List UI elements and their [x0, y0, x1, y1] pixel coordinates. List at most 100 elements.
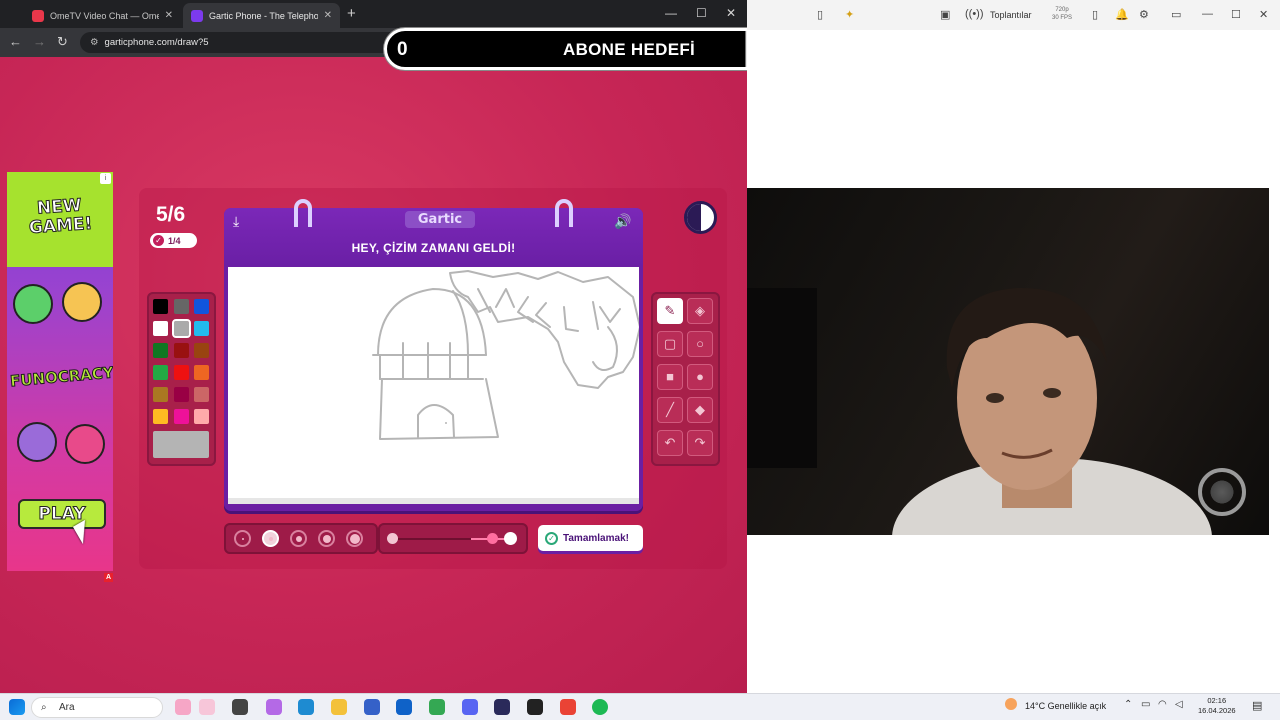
- color-swatch[interactable]: [173, 387, 189, 402]
- color-swatch[interactable]: [173, 409, 189, 424]
- filled-circle-icon[interactable]: ●: [687, 364, 713, 390]
- clock-time: 02:16: [1207, 696, 1227, 705]
- broadcast-icon[interactable]: ((•)): [965, 8, 984, 20]
- close-tab-icon[interactable]: ✕: [165, 10, 173, 21]
- prompt-title: HEY, ÇİZİM ZAMANI GELDİ!: [351, 241, 516, 255]
- store-icon[interactable]: [364, 699, 380, 715]
- task-view-icon[interactable]: [232, 699, 248, 715]
- color-swatch[interactable]: [194, 387, 209, 402]
- close-tab-icon[interactable]: ✕: [324, 10, 332, 21]
- layout-icon[interactable]: ▭: [1171, 8, 1181, 21]
- volume-icon[interactable]: 🔊: [614, 213, 631, 230]
- color-swatch[interactable]: [194, 299, 209, 314]
- search-input[interactable]: ⌕ Ara: [31, 697, 163, 718]
- minimize-icon[interactable]: —: [1202, 8, 1213, 20]
- brush-size-option[interactable]: [318, 530, 335, 547]
- bell-icon[interactable]: 🔔: [1115, 8, 1129, 21]
- redo-icon[interactable]: ↷: [687, 430, 713, 456]
- obs-icon[interactable]: [494, 699, 510, 715]
- camera-icon[interactable]: ▣: [940, 8, 950, 21]
- color-swatch[interactable]: [173, 365, 189, 380]
- back-icon[interactable]: ←: [9, 34, 22, 49]
- tulips-widget-icon[interactable]: [175, 699, 191, 715]
- clock[interactable]: 02:16 16.04.2026: [1198, 696, 1236, 716]
- meetings-label[interactable]: Toplantılar: [990, 10, 1032, 20]
- color-swatch[interactable]: [173, 299, 189, 314]
- new-tab-icon[interactable]: +: [347, 5, 356, 22]
- sparkle-icon[interactable]: ✦: [845, 8, 854, 21]
- filled-rectangle-icon[interactable]: ■: [657, 364, 683, 390]
- weather-label[interactable]: 14°C Genellikle açık: [1025, 701, 1106, 711]
- drawing-sketch: [372, 270, 639, 440]
- spotify-icon[interactable]: [592, 699, 608, 715]
- rectangle-icon[interactable]: ▢: [657, 331, 683, 357]
- panel-icon[interactable]: ▯: [1092, 8, 1098, 21]
- tab-gartic[interactable]: Gartic Phone - The Telephone Game ✕: [183, 3, 340, 28]
- brush-size-option[interactable]: [290, 530, 307, 547]
- done-button[interactable]: ✓ Tamamlamak!: [538, 525, 643, 551]
- discord-icon[interactable]: [462, 699, 478, 715]
- tab-ometv[interactable]: OmeTV Video Chat — Omegle ✕: [24, 3, 181, 28]
- undo-icon[interactable]: ↶: [657, 430, 683, 456]
- file-explorer-icon[interactable]: [331, 699, 347, 715]
- color-swatch[interactable]: [153, 299, 168, 314]
- goal-title: ABONE HEDEFİ: [563, 40, 696, 59]
- windows-start-icon[interactable]: [9, 699, 25, 715]
- current-color-preview: [153, 431, 209, 458]
- color-swatch[interactable]: [171, 319, 191, 338]
- close-window-icon[interactable]: ✕: [1259, 8, 1268, 21]
- opacity-knob[interactable]: [487, 533, 498, 544]
- circle-icon[interactable]: ○: [687, 331, 713, 357]
- chevron-up-icon[interactable]: ⌃: [1124, 699, 1140, 715]
- notifications-icon[interactable]: ▤: [1252, 699, 1268, 715]
- paper-clip-icon: [555, 199, 573, 227]
- battery-icon[interactable]: ▭: [1141, 699, 1157, 715]
- color-swatch[interactable]: [194, 409, 209, 424]
- ad-choices-badge[interactable]: A: [104, 573, 113, 582]
- mail-icon[interactable]: [396, 699, 412, 715]
- drawing-canvas[interactable]: [228, 267, 639, 504]
- weather-icon: [1005, 698, 1017, 710]
- color-swatch[interactable]: [173, 343, 189, 358]
- color-swatch[interactable]: [153, 365, 168, 380]
- color-swatch[interactable]: [194, 343, 209, 358]
- ad-info-icon[interactable]: i: [100, 173, 111, 184]
- sidebar-icon[interactable]: ▯: [817, 8, 823, 21]
- advertisement[interactable]: NEW GAME! FUNOCRACY PLAY i: [7, 172, 113, 571]
- brush-size-option[interactable]: [262, 530, 279, 547]
- color-swatch[interactable]: [194, 321, 209, 336]
- copilot-icon[interactable]: [266, 699, 282, 715]
- webcam-feed: [747, 188, 1269, 535]
- volume-icon[interactable]: ◁: [1175, 699, 1191, 715]
- maximize-icon[interactable]: ☐: [696, 6, 707, 20]
- resolution-label: 720p 30 FPS: [1052, 7, 1073, 21]
- eraser-icon[interactable]: ◈: [687, 298, 713, 324]
- gear-icon[interactable]: ⚙: [1139, 8, 1149, 21]
- site-info-icon[interactable]: ⚙: [90, 37, 99, 48]
- forward-icon[interactable]: →: [33, 34, 46, 49]
- chrome-icon[interactable]: [560, 699, 576, 715]
- color-swatch[interactable]: [153, 321, 168, 336]
- timer-icon: [684, 201, 717, 234]
- color-swatch[interactable]: [194, 365, 209, 380]
- color-swatch[interactable]: [153, 387, 168, 402]
- tulips-widget-icon[interactable]: [199, 699, 215, 715]
- wifi-icon[interactable]: ◠: [1158, 699, 1174, 715]
- reload-icon[interactable]: ↻: [57, 34, 68, 50]
- brush-size-option[interactable]: [234, 530, 251, 547]
- pencil-icon[interactable]: ✎: [657, 298, 683, 324]
- close-window-icon[interactable]: ✕: [726, 6, 736, 20]
- gartic-favicon-icon: [191, 9, 203, 22]
- chrome-icon[interactable]: [429, 699, 445, 715]
- color-swatch[interactable]: [153, 409, 168, 424]
- download-icon[interactable]: ⤓: [233, 213, 239, 230]
- ad-play-button[interactable]: PLAY: [18, 499, 106, 529]
- minimize-icon[interactable]: —: [665, 6, 677, 20]
- color-swatch[interactable]: [153, 343, 168, 358]
- edge-icon[interactable]: [298, 699, 314, 715]
- app-icon[interactable]: [527, 699, 543, 715]
- fill-icon[interactable]: ◆: [687, 397, 713, 423]
- brush-size-option[interactable]: [346, 530, 363, 547]
- maximize-icon[interactable]: ☐: [1231, 8, 1241, 21]
- line-icon[interactable]: ╱: [657, 397, 683, 423]
